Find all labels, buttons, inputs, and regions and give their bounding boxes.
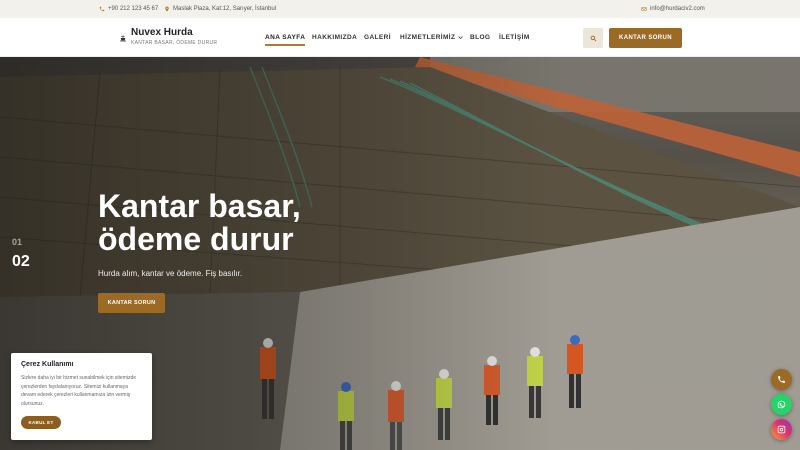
cookie-consent-banner: Çerez Kullanımı Sizlere daha iyi bir hiz… — [11, 353, 152, 440]
brand-name: Nuvex Hurda — [131, 27, 193, 38]
hero-title-line-2: ödeme durur — [98, 221, 294, 257]
hero-subtitle: Hurda alım, kantar ve ödeme. Fiş basılır… — [98, 269, 243, 278]
nav-item-home[interactable]: ANA SAYFA — [265, 18, 306, 57]
phone-icon — [778, 376, 785, 383]
main-header: Nuvex Hurda KANTAR BASAR, ÖDEME DURUR AN… — [0, 18, 800, 57]
nav-item-contact[interactable]: İLETİŞİM — [499, 18, 530, 57]
floating-instagram-button[interactable] — [771, 419, 792, 440]
phone-icon — [99, 6, 105, 12]
nav-item-blog[interactable]: BLOG — [470, 18, 490, 57]
topbar-phone[interactable]: +90 212 123 45 67 — [99, 0, 158, 18]
chevron-down-icon — [458, 36, 464, 40]
search-button[interactable] — [583, 28, 603, 48]
nav-item-services-label: HİZMETLERİMİZ — [400, 34, 456, 41]
hero-title: Kantar basar, ödeme durur — [98, 190, 428, 256]
slide-number-current[interactable]: 02 — [12, 253, 30, 271]
brand-logo[interactable]: Nuvex Hurda KANTAR BASAR, ÖDEME DURUR — [119, 27, 217, 46]
cookie-title: Çerez Kullanımı — [21, 361, 74, 368]
map-pin-icon — [165, 6, 169, 12]
cookie-accept-button[interactable]: KABUL ET — [21, 416, 61, 429]
cookie-text: Sizlere daha iyi bir hizmet sunabilmek i… — [21, 375, 137, 407]
topbar-address: Maslak Plaza, Kat:12, Sarıyer, İstanbul — [164, 0, 276, 18]
nav-item-about[interactable]: HAKKIMIZDA — [312, 18, 357, 57]
brand-tagline: KANTAR BASAR, ÖDEME DURUR — [131, 40, 218, 46]
hero-cta-button[interactable]: KANTAR SORUN — [98, 293, 165, 313]
top-info-bar: +90 212 123 45 67 Maslak Plaza, Kat:12, … — [0, 0, 800, 18]
envelope-icon — [641, 7, 647, 11]
topbar-email-text: info@hurdaciv2.com — [650, 6, 705, 12]
search-icon — [590, 35, 596, 41]
nav-item-services[interactable]: HİZMETLERİMİZ — [400, 18, 464, 57]
topbar-address-text: Maslak Plaza, Kat:12, Sarıyer, İstanbul — [173, 6, 277, 12]
topbar-phone-text: +90 212 123 45 67 — [108, 6, 159, 12]
nav-item-gallery[interactable]: GALERİ — [364, 18, 391, 57]
instagram-icon — [777, 425, 786, 434]
scale-icon — [120, 35, 126, 42]
floating-whatsapp-button[interactable] — [771, 394, 792, 415]
slide-number-prev[interactable]: 01 — [12, 237, 22, 247]
hero-title-line-1: Kantar basar, — [98, 188, 301, 224]
topbar-email[interactable]: info@hurdaciv2.com — [641, 0, 705, 18]
floating-phone-button[interactable] — [771, 369, 792, 390]
header-cta-button[interactable]: KANTAR SORUN — [609, 28, 682, 48]
whatsapp-icon — [777, 400, 786, 409]
